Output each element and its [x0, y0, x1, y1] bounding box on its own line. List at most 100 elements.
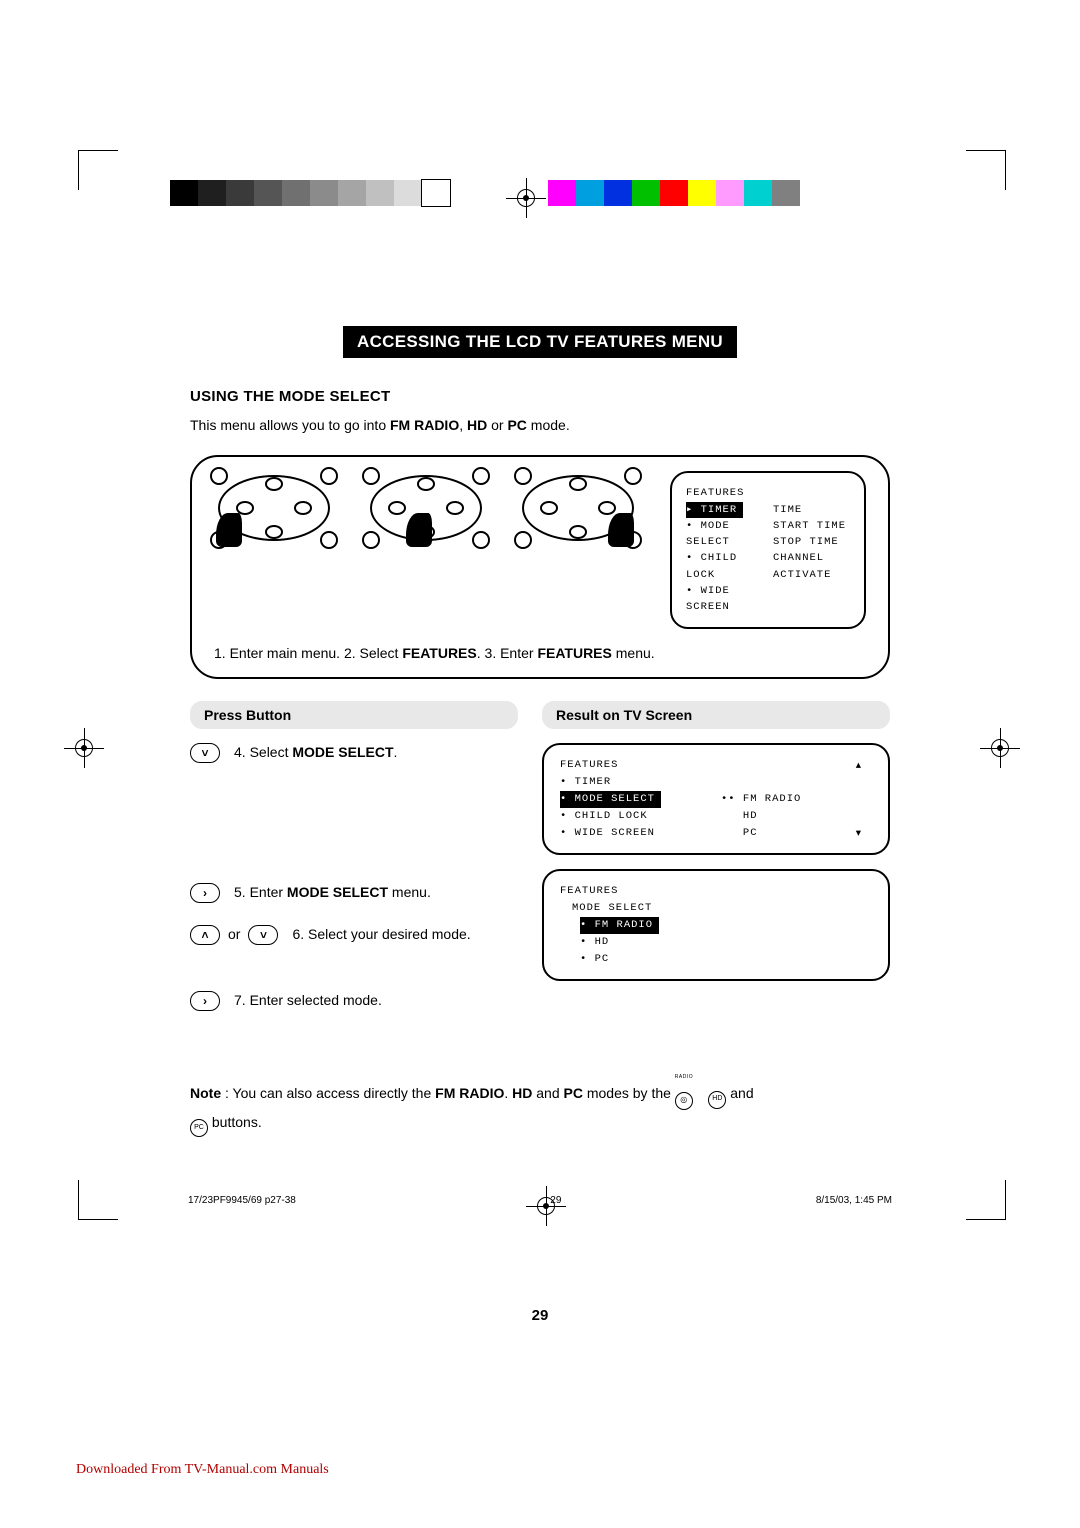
- page-content: ACCESSING THE LCD TV FEATURES MENU USING…: [190, 326, 890, 1324]
- text: modes by the: [583, 1085, 675, 1101]
- text: 6. Select your desired mode.: [292, 926, 470, 942]
- menu-item: ACTIVATE: [773, 567, 850, 583]
- step-4: ˅ 4. Select MODE SELECT.: [190, 743, 518, 763]
- menu-item: CHANNEL: [773, 550, 850, 566]
- text: .: [504, 1085, 512, 1101]
- download-source-link[interactable]: Downloaded From TV-Manual.com Manuals: [76, 1462, 329, 1478]
- registration-mark: [64, 728, 104, 768]
- column-headers: Press Button Result on TV Screen: [190, 701, 890, 729]
- grayscale-bar: [170, 180, 450, 206]
- scroll-down-icon: ▾: [856, 825, 862, 842]
- menu-item: TIME: [773, 502, 850, 518]
- text: 7. Enter selected mode.: [234, 992, 382, 1008]
- crop-mark: [78, 1180, 118, 1220]
- text: This menu allows you to go into: [190, 417, 390, 433]
- menu-item: TIMER: [575, 776, 612, 788]
- tv-result-screen-2: FEATURES MODE SELECT • FM RADIO • HD • P…: [542, 869, 890, 981]
- text: or: [228, 926, 240, 942]
- imposition-page: 29: [550, 1195, 561, 1206]
- text-bold: HD: [512, 1085, 532, 1101]
- note-label: Note: [190, 1085, 221, 1101]
- text: or: [487, 417, 507, 433]
- step-5: › 5. Enter MODE SELECT menu.: [190, 883, 518, 903]
- text: .: [394, 744, 398, 760]
- text: menu.: [388, 884, 431, 900]
- menu-item: WIDE SCREEN: [575, 827, 655, 839]
- text: and: [730, 1085, 753, 1101]
- text: mode.: [527, 417, 570, 433]
- header-press-button: Press Button: [190, 701, 518, 729]
- text-bold: MODE SELECT: [292, 744, 393, 760]
- right-button-icon: ›: [190, 991, 220, 1011]
- text: and: [532, 1085, 563, 1101]
- up-button-icon: ˄: [190, 925, 220, 945]
- registration-mark: [980, 728, 1020, 768]
- menu-item: PC: [743, 827, 758, 839]
- text-bold: FEATURES: [537, 645, 611, 661]
- radio-button-icon: ◎: [675, 1092, 693, 1110]
- text-bold: PC: [564, 1085, 583, 1101]
- text-bold: MODE SELECT: [287, 884, 388, 900]
- imposition-timestamp: 8/15/03, 1:45 PM: [816, 1195, 892, 1206]
- text: HD: [712, 1093, 722, 1106]
- page-number: 29: [190, 1307, 890, 1324]
- menu-item: HD: [595, 936, 610, 948]
- text: 4. Select: [234, 744, 292, 760]
- diagram-steps-caption: 1. Enter main menu. 2. Select FEATURES. …: [214, 645, 866, 661]
- registration-mark: [506, 178, 546, 218]
- text: . 3. Enter: [477, 645, 538, 661]
- menu-item-selected: FM RADIO: [595, 919, 653, 931]
- step-6: ˄ or ˅ 6. Select your desired mode.: [190, 925, 518, 945]
- crop-mark: [966, 1180, 1006, 1220]
- banner-wrap: ACCESSING THE LCD TV FEATURES MENU: [190, 326, 890, 358]
- text-bold: FM RADIO: [435, 1085, 504, 1101]
- down-button-icon: ˅: [248, 925, 278, 945]
- scroll-up-icon: ▴: [856, 757, 862, 774]
- menu-item: MODE SELECT: [686, 520, 730, 548]
- menu-item: TIMER: [701, 504, 738, 516]
- remote-illustration: [518, 471, 638, 545]
- text: 5. Enter: [234, 884, 287, 900]
- tv-result-screen-1: ▴ FEATURES • TIMER • MODE SELECT • CHILD…: [542, 743, 890, 855]
- steps-column: ˅ 4. Select MODE SELECT. › 5. Enter MODE…: [190, 743, 518, 1011]
- text-bold: FEATURES: [402, 645, 476, 661]
- menu-item-selected: MODE SELECT: [575, 793, 655, 805]
- menu-item: HD: [743, 810, 758, 822]
- menu-item: START TIME: [773, 518, 850, 534]
- color-bar: [548, 180, 800, 206]
- text: PC: [194, 1122, 204, 1135]
- imposition-filename: 17/23PF9945/69 p27-38: [188, 1195, 296, 1206]
- text-bold: PC: [507, 417, 526, 433]
- page-title-banner: ACCESSING THE LCD TV FEATURES MENU: [343, 326, 737, 358]
- remote-illustration: [366, 471, 486, 545]
- text: menu.: [612, 645, 655, 661]
- crop-mark: [78, 150, 118, 190]
- note-block: Note : You can also access directly the …: [190, 1081, 890, 1137]
- step-7: › 7. Enter selected mode.: [190, 991, 518, 1011]
- menu-item: STOP TIME: [773, 534, 850, 550]
- imposition-footer: 17/23PF9945/69 p27-38 29 8/15/03, 1:45 P…: [188, 1195, 892, 1206]
- steps-and-results: ˅ 4. Select MODE SELECT. › 5. Enter MODE…: [190, 743, 890, 1011]
- remote-illustration: [214, 471, 334, 545]
- diagram-box: FEATURES ▸ TIMER • MODE SELECT • CHILD L…: [190, 455, 890, 679]
- menu-item: CHILD LOCK: [686, 552, 737, 580]
- down-button-icon: ˅: [190, 743, 220, 763]
- menu-title: FEATURES: [686, 485, 850, 501]
- hd-button-icon: HD: [708, 1091, 726, 1109]
- results-column: ▴ FEATURES • TIMER • MODE SELECT • CHILD…: [542, 743, 890, 1011]
- text-bold: FM RADIO: [390, 417, 459, 433]
- text: buttons.: [208, 1114, 262, 1130]
- text: 1. Enter main menu. 2. Select: [214, 645, 402, 661]
- menu-item: CHILD LOCK: [575, 810, 648, 822]
- pc-button-icon: PC: [190, 1119, 208, 1137]
- tv-menu-screen-features: FEATURES ▸ TIMER • MODE SELECT • CHILD L…: [670, 471, 866, 629]
- menu-title: FEATURES: [560, 883, 872, 900]
- menu-title: FEATURES: [560, 757, 872, 774]
- text: : You can also access directly the: [221, 1085, 435, 1101]
- menu-item: PC: [595, 953, 610, 965]
- right-button-icon: ›: [190, 883, 220, 903]
- crop-mark: [966, 150, 1006, 190]
- intro-text: This menu allows you to go into FM RADIO…: [190, 415, 890, 435]
- radio-button-label: RADIO: [675, 1073, 693, 1082]
- text: ,: [459, 417, 467, 433]
